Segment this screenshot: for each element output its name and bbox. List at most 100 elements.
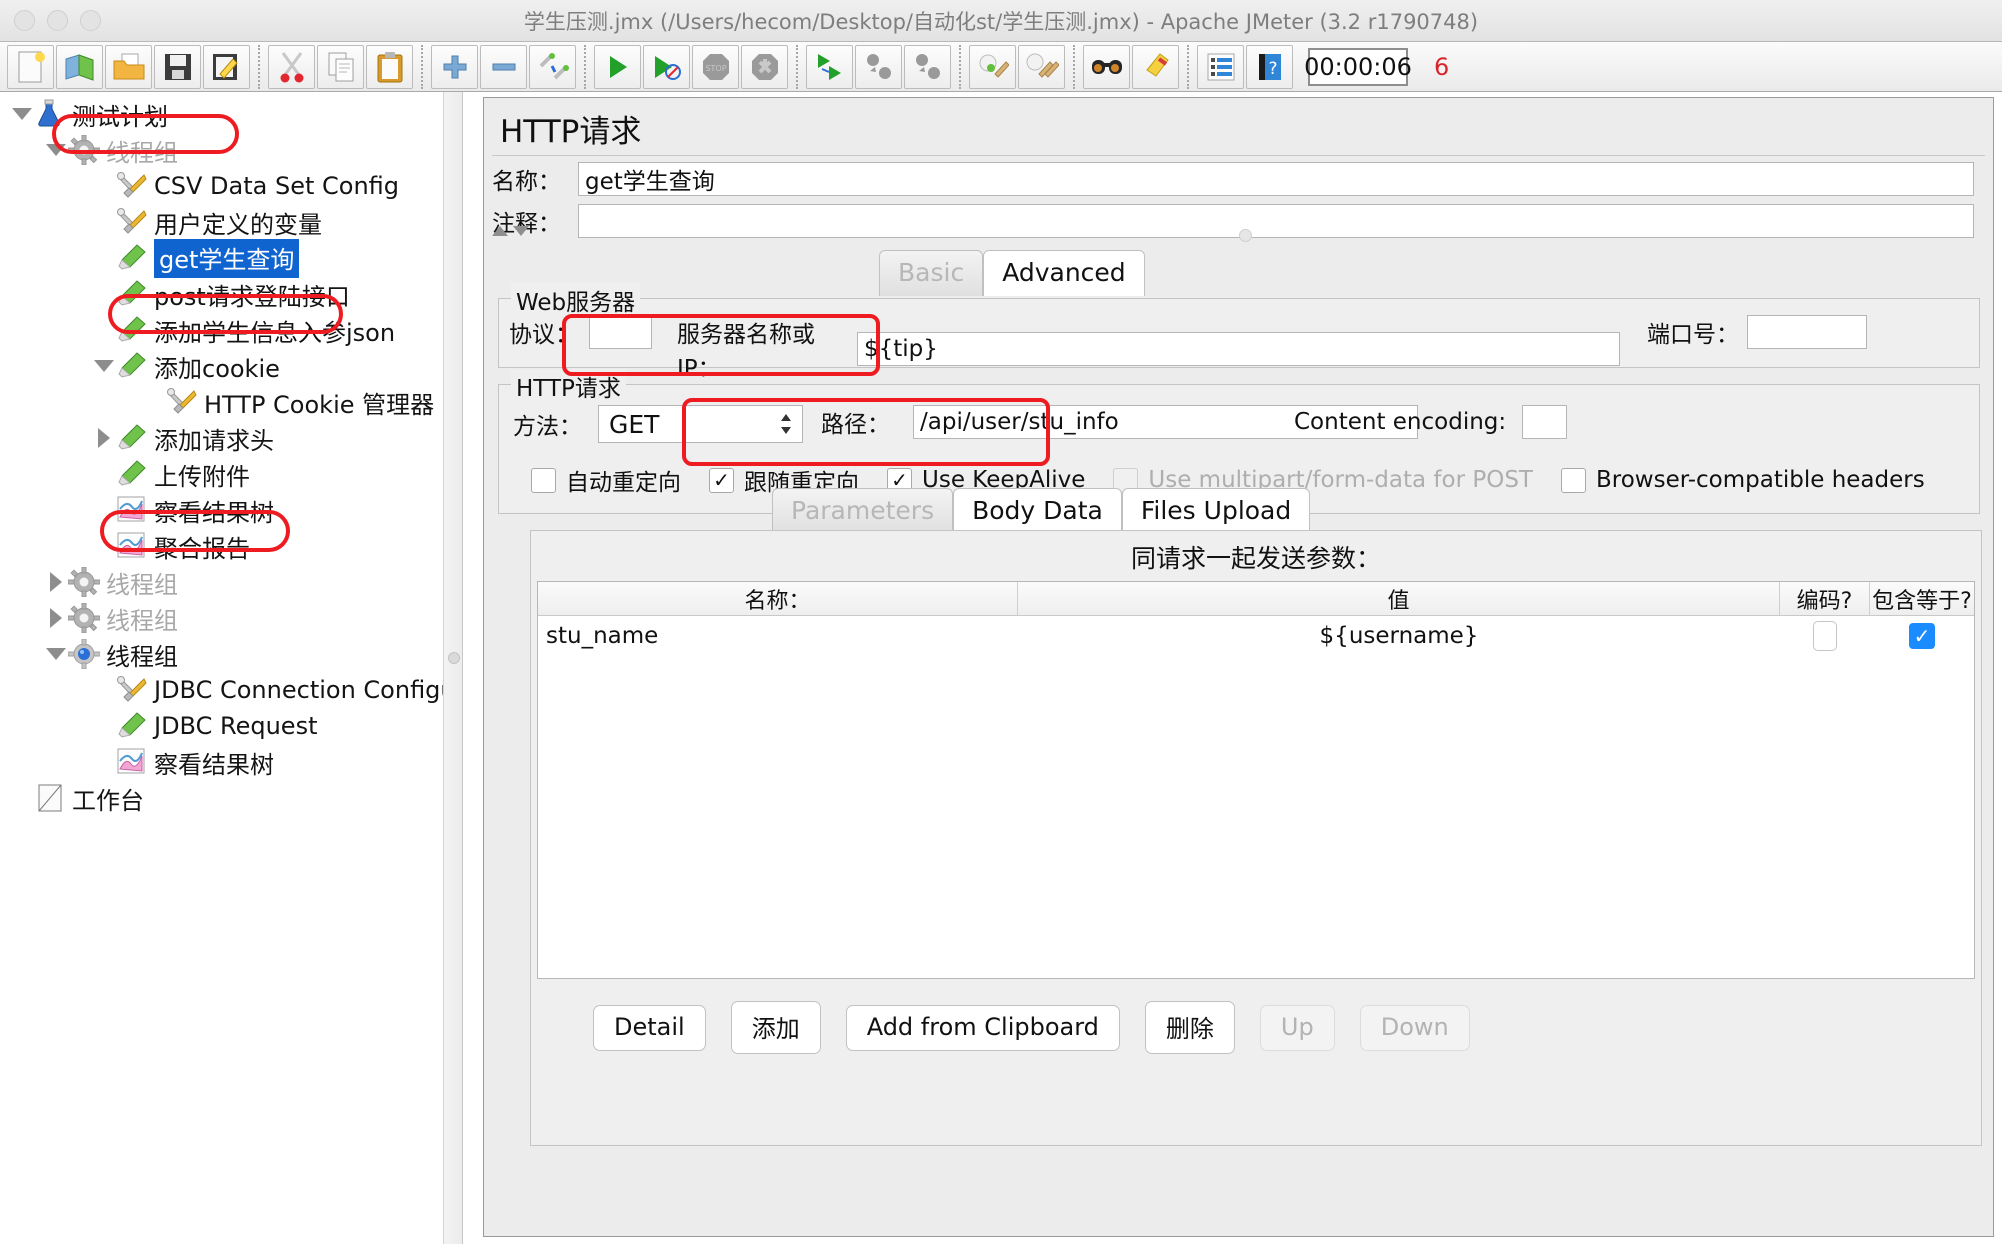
chevron-right-icon[interactable] xyxy=(44,570,68,594)
templates-icon[interactable] xyxy=(56,44,103,89)
tree-node-9[interactable]: 添加请求头 xyxy=(0,420,462,456)
tree-node-5[interactable]: post请求登陆接口 xyxy=(0,276,462,312)
shutdown-icon[interactable] xyxy=(741,44,788,89)
cut-icon[interactable] xyxy=(268,44,315,89)
start-icon[interactable] xyxy=(594,44,641,89)
remote-stop-all-icon[interactable] xyxy=(855,44,902,89)
comment-input[interactable] xyxy=(578,204,1974,238)
server-input[interactable]: ${tip} xyxy=(857,332,1620,366)
tab-body-data[interactable]: Body Data xyxy=(953,488,1122,534)
help-icon[interactable]: ? xyxy=(1246,44,1293,89)
cell-param-encode[interactable] xyxy=(1780,616,1870,656)
save-icon[interactable] xyxy=(154,44,201,89)
method-label: 方法： xyxy=(513,414,582,440)
tree-node-10[interactable]: 上传附件 xyxy=(0,456,462,492)
splitter-knob[interactable] xyxy=(1238,229,1252,242)
tab-files-upload[interactable]: Files Upload xyxy=(1121,488,1311,534)
tree-twisty-placeholder xyxy=(10,786,34,810)
tree-node-1[interactable]: 线程组 xyxy=(0,132,462,168)
checkbox-auto-redirect[interactable] xyxy=(531,467,556,493)
parameters-table[interactable]: 名称： 值 编码? 包含等于? stu_name ${username} ✓ xyxy=(537,581,1975,979)
cell-param-name[interactable]: stu_name xyxy=(538,616,1018,656)
tree-node-2[interactable]: CSV Data Set Config xyxy=(0,168,462,204)
mode-tabs[interactable]: Basic Advanced xyxy=(879,250,1145,296)
function-helper-icon[interactable] xyxy=(1197,44,1244,89)
save-as-icon[interactable] xyxy=(203,44,250,89)
server-label: 服务器名称或IP： xyxy=(677,322,815,382)
param-tabs[interactable]: Parameters Body Data Files Upload xyxy=(772,488,1311,534)
table-row[interactable]: stu_name ${username} ✓ xyxy=(538,616,1974,656)
chevron-down-icon[interactable] xyxy=(10,102,34,126)
add-button[interactable]: 添加 xyxy=(730,1001,821,1054)
toggle-icon[interactable] xyxy=(529,44,576,89)
tree-node-8[interactable]: HTTP Cookie 管理器 xyxy=(0,384,462,420)
test-plan-tree[interactable]: 测试计划 线程组 CSV Data Set Config 用户定义的变量 get学生查询… xyxy=(0,92,462,816)
expand-all-icon[interactable] xyxy=(431,44,478,89)
cell-param-include-equals[interactable]: ✓ xyxy=(1870,616,1974,656)
add-from-clipboard-button[interactable]: Add from Clipboard xyxy=(845,1004,1120,1051)
tab-advanced[interactable]: Advanced xyxy=(983,250,1145,296)
toolbar-separator xyxy=(258,44,260,89)
copy-icon[interactable] xyxy=(317,44,364,89)
toolbar-group-tree xyxy=(430,44,577,89)
tree-node-13[interactable]: 线程组 xyxy=(0,564,462,600)
clear-all-icon[interactable] xyxy=(1018,44,1065,89)
tree-node-18[interactable]: 察看结果树 xyxy=(0,744,462,780)
tree-node-14[interactable]: 线程组 xyxy=(0,600,462,636)
start-no-pauses-icon[interactable] xyxy=(643,44,690,89)
stop-icon[interactable]: STOP xyxy=(692,44,739,89)
chevron-right-icon[interactable] xyxy=(92,426,116,450)
delete-button[interactable]: 删除 xyxy=(1144,1001,1235,1054)
tree-vertical-scrollbar[interactable] xyxy=(443,92,462,1244)
reset-search-icon[interactable] xyxy=(1132,44,1179,89)
cell-param-value[interactable]: ${username} xyxy=(1018,616,1780,656)
open-icon[interactable] xyxy=(105,44,152,89)
tree-node-label: HTTP Cookie 管理器 xyxy=(204,390,435,419)
chevron-right-icon[interactable] xyxy=(44,606,68,630)
name-input[interactable]: get学生查询 xyxy=(578,162,1974,196)
window-title: 学生压测.jmx (/Users/hecom/Desktop/自动化st/学生压… xyxy=(523,9,1479,34)
parameters-table-header: 名称： 值 编码? 包含等于? xyxy=(538,582,1974,616)
content-encoding-input[interactable] xyxy=(1522,405,1567,439)
elapsed-timer: 00:00:06 xyxy=(1304,47,1412,86)
tree-node-11[interactable]: 察看结果树 xyxy=(0,492,462,528)
remote-shutdown-all-icon[interactable] xyxy=(904,44,951,89)
checkbox-browser-headers[interactable] xyxy=(1560,467,1586,493)
collapse-up-icon[interactable] xyxy=(492,226,508,236)
chevron-down-icon[interactable] xyxy=(92,354,116,378)
checkbox-follow-redirect[interactable]: ✓ xyxy=(709,467,734,493)
toolbar-separator xyxy=(1073,44,1075,89)
include-equals-checkbox[interactable]: ✓ xyxy=(1909,623,1935,649)
search-icon[interactable] xyxy=(1083,44,1130,89)
remote-start-all-icon[interactable] xyxy=(806,44,853,89)
collapse-down-icon[interactable] xyxy=(513,226,529,236)
collapse-all-icon[interactable] xyxy=(480,44,527,89)
tree-node-4[interactable]: get学生查询 xyxy=(0,238,462,278)
encode-checkbox[interactable] xyxy=(1813,621,1837,651)
clear-icon[interactable] xyxy=(969,44,1016,89)
new-icon[interactable] xyxy=(7,44,54,89)
main-toolbar[interactable]: STOP ? 00:00:06 6 xyxy=(0,42,2002,92)
tree-node-16[interactable]: JDBC Connection Configu xyxy=(0,672,462,708)
tree-node-3[interactable]: 用户定义的变量 xyxy=(0,204,462,240)
tree-scroll-thumb[interactable] xyxy=(448,652,460,664)
protocol-input[interactable] xyxy=(589,315,652,349)
tree-node-6[interactable]: 添加学生信息入参json xyxy=(0,312,462,348)
splitter-collapse-controls[interactable] xyxy=(492,226,529,236)
test-plan-tree-panel[interactable]: 测试计划 线程组 CSV Data Set Config 用户定义的变量 get学生查询… xyxy=(0,92,463,1244)
tree-node-7[interactable]: 添加cookie xyxy=(0,348,462,384)
method-select[interactable]: GET xyxy=(598,405,803,443)
toolbar-group-remote xyxy=(805,44,952,89)
tab-parameters[interactable]: Parameters xyxy=(772,488,954,534)
tree-node-17[interactable]: JDBC Request xyxy=(0,708,462,744)
tree-node-19[interactable]: 工作台 xyxy=(0,780,462,816)
chevron-down-icon[interactable] xyxy=(44,138,68,162)
paste-icon[interactable] xyxy=(366,44,413,89)
detail-button[interactable]: Detail xyxy=(593,1004,706,1051)
tab-basic[interactable]: Basic xyxy=(879,250,984,296)
chevron-down-icon[interactable] xyxy=(44,642,68,666)
tree-node-0[interactable]: 测试计划 xyxy=(0,96,462,132)
port-input[interactable] xyxy=(1747,315,1867,349)
tree-node-15[interactable]: 线程组 xyxy=(0,636,462,672)
tree-node-12[interactable]: 聚合报告 xyxy=(0,528,462,564)
